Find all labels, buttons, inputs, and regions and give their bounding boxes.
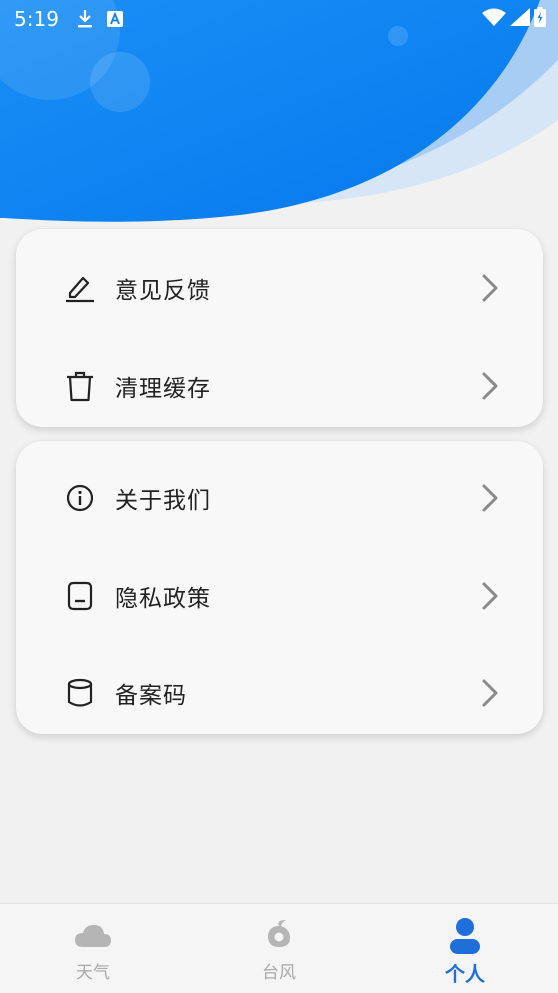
battery-icon bbox=[534, 7, 546, 31]
download-icon bbox=[77, 9, 93, 29]
edit-icon bbox=[63, 271, 97, 305]
cloud-icon bbox=[74, 918, 112, 954]
info-icon bbox=[63, 481, 97, 515]
trash-icon bbox=[63, 369, 97, 403]
keyboard-a-icon bbox=[106, 11, 123, 27]
chevron-right-icon bbox=[481, 273, 499, 303]
menu-item-label: 关于我们 bbox=[115, 488, 211, 514]
tab-label: 台风 bbox=[262, 963, 296, 983]
menu-item-label: 清理缓存 bbox=[115, 376, 211, 402]
cylinder-icon bbox=[63, 676, 97, 710]
bottom-tab-bar: 天气 台风 个人 bbox=[0, 903, 558, 993]
menu-item-privacy-policy[interactable]: 隐私政策 bbox=[16, 547, 543, 645]
menu-item-label: 备案码 bbox=[115, 683, 187, 709]
chevron-right-icon bbox=[481, 483, 499, 513]
signal-icon bbox=[510, 8, 530, 30]
chevron-right-icon bbox=[481, 581, 499, 611]
tab-typhoon[interactable]: 台风 bbox=[186, 904, 372, 993]
menu-group-2: 关于我们 隐私政策 备案码 bbox=[16, 441, 543, 734]
tab-personal[interactable]: 个人 bbox=[372, 904, 558, 993]
status-time: 5:19 bbox=[14, 7, 59, 31]
status-bar: 5:19 bbox=[0, 0, 558, 38]
typhoon-icon bbox=[264, 918, 294, 954]
menu-group-1: 意见反馈 清理缓存 bbox=[16, 229, 543, 427]
tab-label: 个人 bbox=[445, 962, 485, 986]
menu-item-label: 隐私政策 bbox=[115, 586, 211, 612]
tab-weather[interactable]: 天气 bbox=[0, 904, 186, 993]
person-icon bbox=[448, 918, 482, 954]
chevron-right-icon bbox=[481, 678, 499, 708]
menu-item-icp-record[interactable]: 备案码 bbox=[16, 644, 543, 742]
tab-label: 天气 bbox=[76, 963, 110, 983]
menu-item-clear-cache[interactable]: 清理缓存 bbox=[16, 337, 543, 435]
wifi-icon bbox=[482, 8, 506, 30]
menu-item-label: 意见反馈 bbox=[115, 278, 211, 304]
chevron-right-icon bbox=[481, 371, 499, 401]
menu-item-about-us[interactable]: 关于我们 bbox=[16, 449, 543, 547]
menu-item-feedback[interactable]: 意见反馈 bbox=[16, 239, 543, 337]
document-icon bbox=[63, 579, 97, 613]
